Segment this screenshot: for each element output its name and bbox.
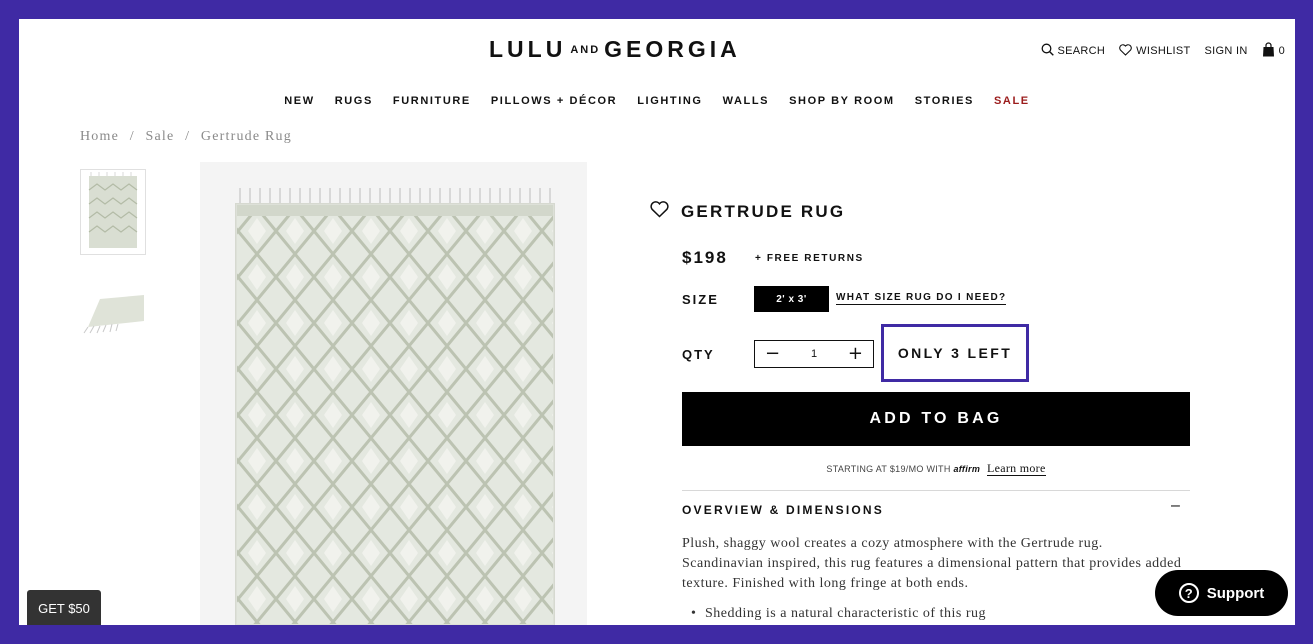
product-description: Plush, shaggy wool creates a cozy atmosp…	[682, 536, 1182, 591]
search-icon	[1041, 43, 1054, 59]
breadcrumb-separator: /	[129, 129, 135, 144]
qty-label: QTY	[682, 347, 715, 362]
heart-icon	[1119, 43, 1132, 59]
breadcrumb-home[interactable]: Home	[80, 129, 119, 144]
thumbnail-angle[interactable]	[80, 287, 144, 337]
low-stock-badge: ONLY 3 LEFT	[881, 324, 1029, 382]
promo-button[interactable]: GET $50	[27, 590, 101, 625]
free-returns-note: + FREE RETURNS	[755, 253, 864, 264]
breadcrumb-current: Gertrude Rug	[200, 129, 292, 144]
wishlist-link[interactable]: WISHLIST	[1119, 43, 1191, 59]
support-button[interactable]: ? Support	[1155, 570, 1288, 616]
add-to-bag-button[interactable]: ADD TO BAG	[682, 392, 1190, 446]
qty-decrease-button[interactable]: −	[765, 345, 780, 363]
affirm-logo: affirm	[953, 464, 981, 474]
nav-item-stories[interactable]: STORIES	[915, 95, 974, 107]
breadcrumb-separator: /	[185, 129, 191, 144]
nav-item-rugs[interactable]: RUGS	[335, 95, 373, 107]
nav-item-furniture[interactable]: FURNITURE	[393, 95, 471, 107]
collapse-toggle-icon[interactable]: –	[1171, 497, 1180, 515]
product-title: GERTRUDE RUG	[681, 202, 846, 221]
breadcrumb: Home / Sale / Gertrude Rug	[80, 129, 292, 145]
section-divider	[682, 490, 1190, 491]
main-nav: NEW RUGS FURNITURE PILLOWS + DÉCOR LIGHT…	[19, 95, 1295, 107]
product-main-image[interactable]	[200, 162, 587, 625]
product-price: $198	[682, 248, 728, 267]
thumbnail-front[interactable]	[80, 169, 146, 255]
favorite-heart-icon[interactable]	[650, 201, 669, 223]
help-icon: ?	[1178, 583, 1199, 603]
logo-georgia: GEORGIA	[604, 36, 741, 62]
financing-text: STARTING AT $19/MO WITH	[826, 464, 951, 474]
support-label: Support	[1206, 584, 1265, 602]
wishlist-label: WISHLIST	[1136, 45, 1191, 57]
qty-increase-button[interactable]: +	[848, 345, 863, 363]
cart-link[interactable]: 0	[1262, 42, 1285, 60]
nav-item-new[interactable]: NEW	[284, 95, 314, 107]
nav-item-shop-by-room[interactable]: SHOP BY ROOM	[789, 95, 895, 107]
search-label: SEARCH	[1057, 45, 1106, 57]
description-bullet: Shedding is a natural characteristic of …	[691, 606, 986, 622]
utility-nav: SEARCH WISHLIST SIGN IN 0	[1041, 42, 1286, 60]
bag-icon	[1262, 42, 1275, 60]
breadcrumb-sale[interactable]: Sale	[146, 129, 175, 144]
nav-item-walls[interactable]: WALLS	[723, 95, 770, 107]
financing-note: STARTING AT $19/MO WITH affirm Learn mor…	[682, 461, 1190, 476]
learn-more-link[interactable]: Learn more	[986, 461, 1046, 476]
overview-accordion-title[interactable]: OVERVIEW & DIMENSIONS	[682, 503, 884, 517]
page: LULU AND GEORGIA SEARCH WISHLIST SIGN IN 0…	[19, 19, 1295, 625]
nav-item-sale[interactable]: SALE	[994, 95, 1030, 107]
brand-logo[interactable]: LULU AND GEORGIA	[489, 36, 741, 63]
signin-link[interactable]: SIGN IN	[1205, 45, 1248, 57]
quantity-stepper: − 1 +	[754, 340, 874, 368]
nav-item-lighting[interactable]: LIGHTING	[637, 95, 702, 107]
nav-item-pillows-decor[interactable]: PILLOWS + DÉCOR	[491, 95, 617, 107]
signin-label: SIGN IN	[1204, 45, 1248, 57]
search-link[interactable]: SEARCH	[1041, 43, 1106, 59]
rug-image	[235, 188, 555, 625]
size-label: SIZE	[682, 292, 719, 307]
cart-count: 0	[1278, 45, 1285, 57]
product-title-row: GERTRUDE RUG	[650, 201, 845, 223]
logo-lulu: LULU	[489, 36, 567, 62]
size-option-selected[interactable]: 2' x 3'	[754, 286, 829, 312]
size-guide-link[interactable]: WHAT SIZE RUG DO I NEED?	[836, 292, 1007, 305]
qty-value[interactable]: 1	[811, 348, 817, 360]
logo-and: AND	[570, 44, 601, 56]
